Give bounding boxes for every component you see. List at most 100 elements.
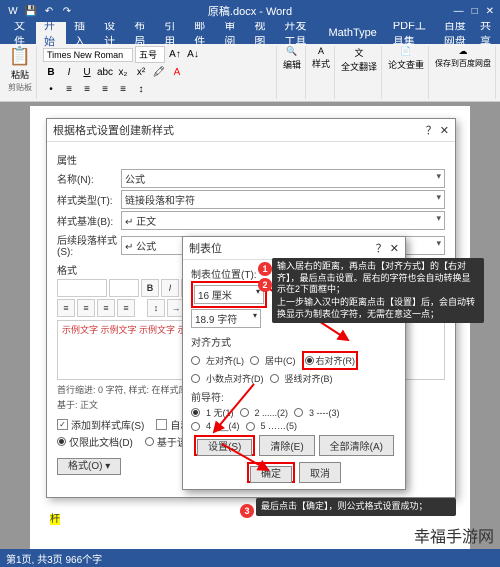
align-left-icon[interactable]: ≡ bbox=[79, 81, 95, 97]
fmt-align-center-icon[interactable]: ≡ bbox=[77, 299, 95, 317]
align-bar-lbl: 竖线对齐(B) bbox=[285, 372, 333, 385]
maximize-icon[interactable]: □ bbox=[472, 6, 478, 17]
leader4-radio[interactable] bbox=[191, 422, 200, 431]
dialog2-titlebar: 制表位 ？ ✕ bbox=[183, 237, 405, 260]
callout-1: 输入居右的距离，再点击【对齐方式】的【右对齐】，最后点击设置。居右的字符也会自动… bbox=[272, 258, 484, 299]
font-group: Times New Roman 五号 A↑ A↓ B I U abc x₂ x²… bbox=[39, 46, 277, 99]
fmt-align-right-icon[interactable]: ≡ bbox=[97, 299, 115, 317]
leader1-radio[interactable] bbox=[191, 408, 200, 417]
align-center-radio[interactable] bbox=[250, 356, 259, 365]
callout-2: 上一步输入汉中的距离点击【设置】后，会自动转换显示为制表位字符，无需在意这一点； bbox=[272, 294, 484, 323]
align-center-icon[interactable]: ≡ bbox=[97, 81, 113, 97]
clear-button[interactable]: 清除(E) bbox=[259, 435, 314, 456]
tab-math[interactable]: MathType bbox=[321, 25, 385, 41]
bubble-1: 1 bbox=[258, 262, 272, 276]
editing-group: 🔍编辑 bbox=[279, 46, 306, 99]
translate-group: 文全文翻译 bbox=[337, 46, 382, 99]
align-left-radio[interactable] bbox=[191, 356, 200, 365]
fmt-linesp-icon[interactable]: ↕ bbox=[147, 299, 165, 317]
add-to-gallery-checkbox[interactable]: ✓添加到样式库(S) bbox=[57, 417, 144, 432]
set-button[interactable]: 设置(S) bbox=[197, 439, 252, 456]
align-dec-radio[interactable] bbox=[191, 374, 200, 383]
bullets-icon[interactable]: • bbox=[43, 81, 59, 97]
l3: 3 ----(3) bbox=[309, 408, 340, 418]
bubble-3: 3 bbox=[240, 504, 254, 518]
styles-group: A样式 bbox=[308, 46, 335, 99]
l5: 5 ……(5) bbox=[261, 421, 298, 431]
fmt-align-left-icon[interactable]: ≡ bbox=[57, 299, 75, 317]
font-select[interactable]: Times New Roman bbox=[43, 48, 133, 62]
this-doc-radio[interactable]: 仅限此文档(D) bbox=[57, 434, 133, 449]
window-title: 原稿.docx - Word bbox=[208, 3, 292, 19]
close-icon[interactable]: ✕ bbox=[486, 6, 494, 17]
align-right-lbl: 右对齐(R) bbox=[316, 354, 356, 367]
format-button[interactable]: 格式(O) ▾ bbox=[57, 458, 121, 475]
highlight-icon[interactable]: 🖍 bbox=[151, 64, 167, 80]
fontsize-select[interactable]: 五号 bbox=[135, 46, 165, 63]
numbering-icon[interactable]: ≡ bbox=[61, 81, 77, 97]
name-label: 名称(N): bbox=[57, 171, 117, 186]
cloud-icon[interactable]: ☁ bbox=[459, 46, 468, 57]
type-select[interactable]: 链接段落和字符 bbox=[121, 190, 445, 209]
sup-icon[interactable]: x² bbox=[133, 64, 149, 80]
undo-icon[interactable]: ↶ bbox=[42, 4, 56, 18]
decrease-font-icon[interactable]: A↓ bbox=[185, 47, 201, 63]
fmt-font[interactable] bbox=[57, 279, 107, 297]
find-icon[interactable]: 🔍 bbox=[286, 46, 297, 57]
style-icon[interactable]: A bbox=[318, 46, 324, 56]
name-input[interactable]: 公式 bbox=[121, 169, 445, 188]
paste-label: 粘贴 bbox=[11, 68, 29, 81]
follow-label: 后续段落样式(S): bbox=[57, 232, 117, 258]
ribbon-body: 📋 粘贴 剪贴板 Times New Roman 五号 A↑ A↓ B I U … bbox=[0, 44, 500, 102]
fmt-bold-icon[interactable]: B bbox=[141, 279, 159, 297]
fmt-italic-icon[interactable]: I bbox=[161, 279, 179, 297]
quick-access: W 💾 ↶ ↷ bbox=[6, 4, 74, 18]
align-center-lbl: 居中(C) bbox=[265, 354, 296, 367]
baidu-group: ☁保存到百度网盘 bbox=[431, 46, 496, 99]
ribbon-tabs: 文件 开始 插入 设计 布局 引用 邮件 审阅 视图 开发工具 MathType… bbox=[0, 22, 500, 44]
save-icon[interactable]: 💾 bbox=[24, 4, 38, 18]
paste-icon: 📋 bbox=[9, 46, 31, 67]
fmt-justify-icon[interactable]: ≡ bbox=[117, 299, 135, 317]
paste-button[interactable]: 📋 粘贴 bbox=[8, 46, 32, 81]
dialog2-close-icon[interactable]: ？ ✕ bbox=[376, 240, 399, 256]
props-section: 属性 bbox=[57, 152, 445, 167]
pos-input-1[interactable]: 16 厘米 bbox=[194, 285, 264, 304]
increase-font-icon[interactable]: A↑ bbox=[167, 47, 183, 63]
leader5-radio[interactable] bbox=[246, 422, 255, 431]
minimize-icon[interactable]: — bbox=[454, 6, 464, 17]
translate-icon[interactable]: 文 bbox=[354, 46, 363, 59]
bubble-2: 2 bbox=[258, 278, 272, 292]
pos-input-2[interactable]: 18.9 字符 bbox=[191, 309, 261, 328]
window-controls: — □ ✕ bbox=[454, 6, 494, 17]
type-label: 样式类型(T): bbox=[57, 192, 117, 207]
dialog-close-icon[interactable]: ？ ✕ bbox=[426, 122, 449, 138]
fontcolor-icon[interactable]: A bbox=[169, 64, 185, 80]
linespace-icon[interactable]: ↕ bbox=[133, 81, 149, 97]
underline-icon[interactable]: U bbox=[79, 64, 95, 80]
strike-icon[interactable]: abc bbox=[97, 64, 113, 80]
bold-icon[interactable]: B bbox=[43, 64, 59, 80]
redo-icon[interactable]: ↷ bbox=[60, 4, 74, 18]
papercheck-icon[interactable]: 📄 bbox=[400, 46, 411, 57]
cancel-button[interactable]: 取消 bbox=[299, 462, 341, 483]
status-text: 第1页, 共3页 966个字 bbox=[6, 551, 102, 566]
leader3-radio[interactable] bbox=[294, 408, 303, 417]
l1: 1 无(1) bbox=[206, 406, 234, 419]
clearall-button[interactable]: 全部清除(A) bbox=[319, 435, 394, 456]
ok-button[interactable]: 确定 bbox=[250, 466, 292, 483]
fmt-size[interactable] bbox=[109, 279, 139, 297]
style-label: 样式 bbox=[312, 57, 330, 70]
leader2-radio[interactable] bbox=[240, 408, 249, 417]
base-select[interactable]: ↵ 正文 bbox=[121, 211, 445, 230]
align-right-radio[interactable] bbox=[305, 356, 314, 365]
base-label: 样式基准(B): bbox=[57, 213, 117, 228]
sub-icon[interactable]: x₂ bbox=[115, 64, 131, 80]
dialog-title: 根据格式设置创建新样式 bbox=[53, 122, 174, 138]
paper-label: 论文查重 bbox=[388, 58, 424, 71]
status-bar: 第1页, 共3页 966个字 bbox=[0, 549, 500, 567]
callout-3: 最后点击【确定】，则公式格式设置成功； bbox=[256, 498, 456, 516]
italic-icon[interactable]: I bbox=[61, 64, 77, 80]
align-right-icon[interactable]: ≡ bbox=[115, 81, 131, 97]
align-bar-radio[interactable] bbox=[270, 374, 279, 383]
